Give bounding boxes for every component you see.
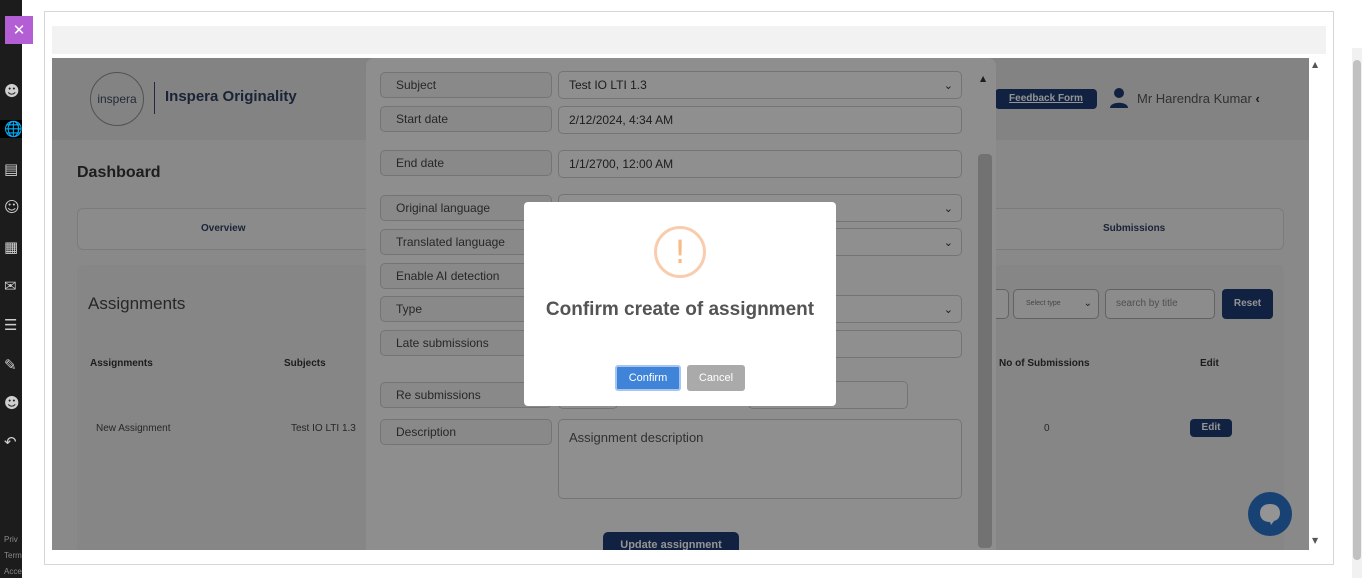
- cancel-button[interactable]: Cancel: [687, 365, 745, 391]
- account-icon[interactable]: ☻: [4, 82, 22, 100]
- history-icon[interactable]: ☰: [4, 316, 22, 334]
- inspera-app: inspera Inspera Originality Feedback For…: [52, 58, 1309, 550]
- terms-link[interactable]: Term: [4, 551, 22, 560]
- inbox-icon[interactable]: ✉: [4, 277, 22, 295]
- page-scrollbar-thumb[interactable]: [1353, 60, 1361, 560]
- globe-icon[interactable]: 🌐: [0, 120, 23, 138]
- accessibility-link[interactable]: Acce: [4, 567, 22, 576]
- frame-scroll-up-icon[interactable]: ▲: [1312, 60, 1318, 69]
- privacy-link[interactable]: Priv: [4, 535, 18, 544]
- confirm-button[interactable]: Confirm: [615, 365, 681, 391]
- dialog-title: Confirm create of assignment: [545, 299, 815, 320]
- frame-scroll-down-icon[interactable]: ▼: [1312, 536, 1318, 545]
- commons-icon[interactable]: ✎: [4, 356, 22, 374]
- calendar-icon[interactable]: ▦: [4, 238, 22, 256]
- frame-topbar: [52, 26, 1326, 54]
- warning-icon: !: [654, 226, 706, 278]
- courses-icon[interactable]: ▤: [4, 160, 22, 178]
- confirm-dialog: ! Confirm create of assignment Confirm C…: [524, 202, 836, 406]
- groups-icon[interactable]: ☺: [4, 198, 22, 216]
- logout-icon[interactable]: ↶: [4, 433, 22, 451]
- global-nav-rail: ☻ 🌐 ▤ ☺ ▦ ✉ ☰ ✎ ☻ ↶ Priv Term Acce: [0, 0, 23, 578]
- close-panel-button[interactable]: ✕: [5, 16, 33, 44]
- profile-icon[interactable]: ☻: [4, 394, 22, 412]
